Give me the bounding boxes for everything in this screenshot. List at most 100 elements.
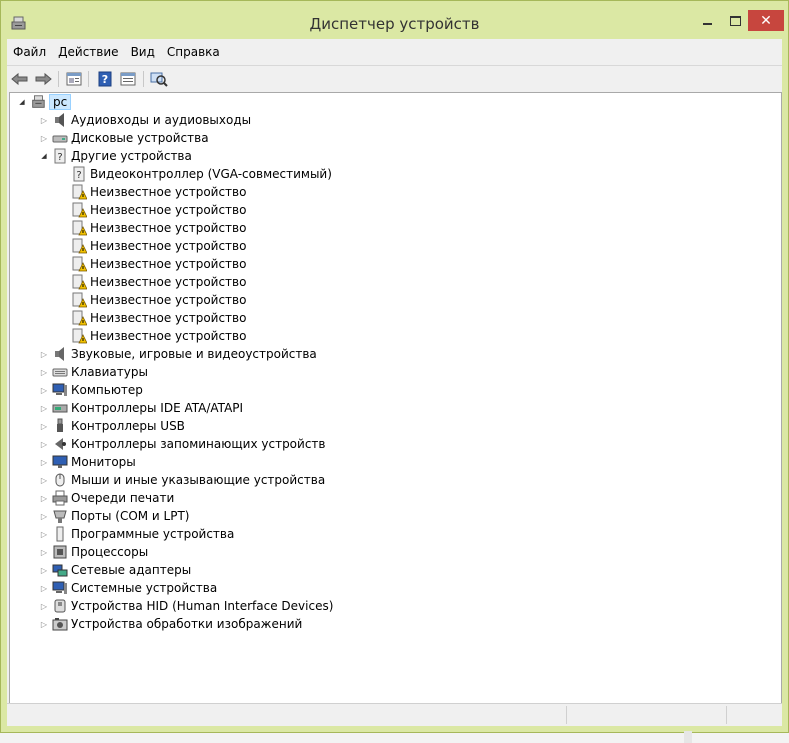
tree-item-label: Системные устройства	[71, 581, 218, 595]
tree-category[interactable]: ▷ Звуковые, игровые и видеоустройства	[38, 345, 317, 363]
mouse-icon	[52, 472, 68, 488]
expand-arrow-icon[interactable]: ▷	[38, 417, 50, 435]
monitor-icon	[52, 454, 68, 470]
menu-item[interactable]: Справка	[161, 41, 226, 65]
expand-arrow-icon[interactable]: ▷	[38, 579, 50, 597]
back-arrow-icon[interactable]	[11, 70, 29, 88]
hid-icon	[52, 598, 68, 614]
expand-arrow-icon[interactable]: ▷	[38, 435, 50, 453]
svg-text:?: ?	[57, 152, 62, 163]
expand-arrow-icon[interactable]: ▷	[38, 111, 50, 129]
tree-device[interactable]: Неизвестное устройство	[57, 237, 246, 255]
tree-device[interactable]: Неизвестное устройство	[57, 309, 246, 327]
expand-arrow-icon[interactable]: ▷	[38, 543, 50, 561]
tree-item-label: Компьютер	[71, 383, 143, 397]
collapse-arrow-icon[interactable]: ◢	[38, 147, 50, 165]
tree-device[interactable]: Неизвестное устройство	[57, 273, 246, 291]
menu-item[interactable]: Файл	[7, 41, 52, 65]
svg-text:?: ?	[102, 73, 108, 86]
tree-item-label: Очереди печати	[71, 491, 175, 505]
expand-arrow-icon[interactable]: ▷	[38, 453, 50, 471]
system-devices-icon	[52, 580, 68, 596]
usb-icon	[52, 418, 68, 434]
tree-device[interactable]: Неизвестное устройство	[57, 291, 246, 309]
printer-icon	[52, 490, 68, 506]
tree-item-label: Неизвестное устройство	[90, 257, 247, 271]
expand-arrow-icon[interactable]: ▷	[38, 507, 50, 525]
tree-category[interactable]: ▷ Контроллеры IDE ATA/ATAPI	[38, 399, 243, 417]
tree-category[interactable]: ▷ Мониторы	[38, 453, 136, 471]
tree-item-label: Клавиатуры	[71, 365, 148, 379]
tree-item-label: Неизвестное устройство	[90, 185, 247, 199]
expand-arrow-icon[interactable]: ▷	[38, 399, 50, 417]
expand-arrow-icon[interactable]: ▷	[38, 615, 50, 633]
tree-device[interactable]: Неизвестное устройство	[57, 327, 246, 345]
tree-item-label: Мыши и иные указывающие устройства	[71, 473, 326, 487]
expand-arrow-icon[interactable]: ▷	[38, 129, 50, 147]
expand-arrow-icon[interactable]: ▷	[38, 489, 50, 507]
computer-monitor-icon	[52, 382, 68, 398]
tree-category[interactable]: ▷ Очереди печати	[38, 489, 174, 507]
tree-category[interactable]: ▷ Порты (COM и LPT)	[38, 507, 189, 525]
tree-category[interactable]: ▷ Компьютер	[38, 381, 143, 399]
maximize-button[interactable]	[722, 10, 748, 31]
properties-icon[interactable]	[65, 70, 83, 88]
expand-arrow-icon[interactable]: ▷	[38, 471, 50, 489]
warning-icon	[71, 274, 87, 290]
client-area: Файл Действие Вид Справка ? ◢ pc ▷ Аудио…	[7, 39, 782, 726]
collapse-arrow-icon[interactable]: ◢	[16, 93, 28, 111]
tree-device[interactable]: Неизвестное устройство	[57, 183, 246, 201]
expand-arrow-icon[interactable]: ▷	[38, 381, 50, 399]
tree-category[interactable]: ▷ Контроллеры USB	[38, 417, 185, 435]
tree-item-label: Неизвестное устройство	[90, 239, 247, 253]
forward-arrow-icon[interactable]	[34, 70, 52, 88]
menu-bar: Файл Действие Вид Справка	[7, 41, 226, 65]
tree-device[interactable]: ? Видеоконтроллер (VGA-совместимый)	[57, 165, 332, 183]
expand-arrow-icon[interactable]: ▷	[38, 525, 50, 543]
minimize-button[interactable]	[693, 10, 722, 31]
tree-item-label: pc	[49, 94, 72, 110]
expand-arrow-icon[interactable]: ▷	[38, 363, 50, 381]
scan-hardware-icon[interactable]	[150, 70, 168, 88]
tree-device[interactable]: Неизвестное устройство	[57, 201, 246, 219]
resize-grip[interactable]	[684, 731, 692, 743]
menu-item[interactable]: Вид	[125, 41, 161, 65]
warning-icon	[71, 292, 87, 308]
tree-category[interactable]: ▷ Дисковые устройства	[38, 129, 209, 147]
close-icon: ✕	[760, 12, 772, 29]
disk-drive-icon	[52, 130, 68, 146]
tree-category[interactable]: ▷ Аудиовходы и аудиовыходы	[38, 111, 251, 129]
help-icon[interactable]: ?	[96, 70, 114, 88]
other-devices-icon: ?	[52, 148, 68, 164]
ide-controller-icon	[52, 400, 68, 416]
close-button[interactable]: ✕	[748, 10, 784, 31]
tree-category[interactable]: ▷ Сетевые адаптеры	[38, 561, 191, 579]
tree-category[interactable]: ▷ Устройства HID (Human Interface Devices…	[38, 597, 333, 615]
processor-icon	[52, 544, 68, 560]
warning-icon	[71, 220, 87, 236]
device-view-icon[interactable]	[119, 70, 137, 88]
warning-icon	[71, 256, 87, 272]
tree-category[interactable]: ▷ Контроллеры запоминающих устройств	[38, 435, 326, 453]
title-bar[interactable]: Диспетчер устройств ✕	[1, 1, 788, 39]
tree-category[interactable]: ▷ Системные устройства	[38, 579, 217, 597]
tree-category[interactable]: ◢? Другие устройства	[38, 147, 192, 165]
device-tree[interactable]: ◢ pc ▷ Аудиовходы и аудиовыходы ▷ Дисковые ус…	[9, 92, 782, 704]
tree-device[interactable]: Неизвестное устройство	[57, 219, 246, 237]
tree-category[interactable]: ▷ Мыши и иные указывающие устройства	[38, 471, 325, 489]
tree-item-label: Порты (COM и LPT)	[71, 509, 190, 523]
window-title: Диспетчер устройств	[309, 15, 480, 33]
tree-device[interactable]: Неизвестное устройство	[57, 255, 246, 273]
tree-root[interactable]: ◢ pc	[16, 93, 72, 111]
tree-category[interactable]: ▷ Программные устройства	[38, 525, 234, 543]
tree-category[interactable]: ▷ Клавиатуры	[38, 363, 148, 381]
tree-category[interactable]: ▷ Процессоры	[38, 543, 148, 561]
sound-icon	[52, 346, 68, 362]
expand-arrow-icon[interactable]: ▷	[38, 345, 50, 363]
tree-category[interactable]: ▷ Устройства обработки изображений	[38, 615, 302, 633]
expand-arrow-icon[interactable]: ▷	[38, 561, 50, 579]
menu-item[interactable]: Действие	[52, 41, 124, 65]
expand-arrow-icon[interactable]: ▷	[38, 597, 50, 615]
